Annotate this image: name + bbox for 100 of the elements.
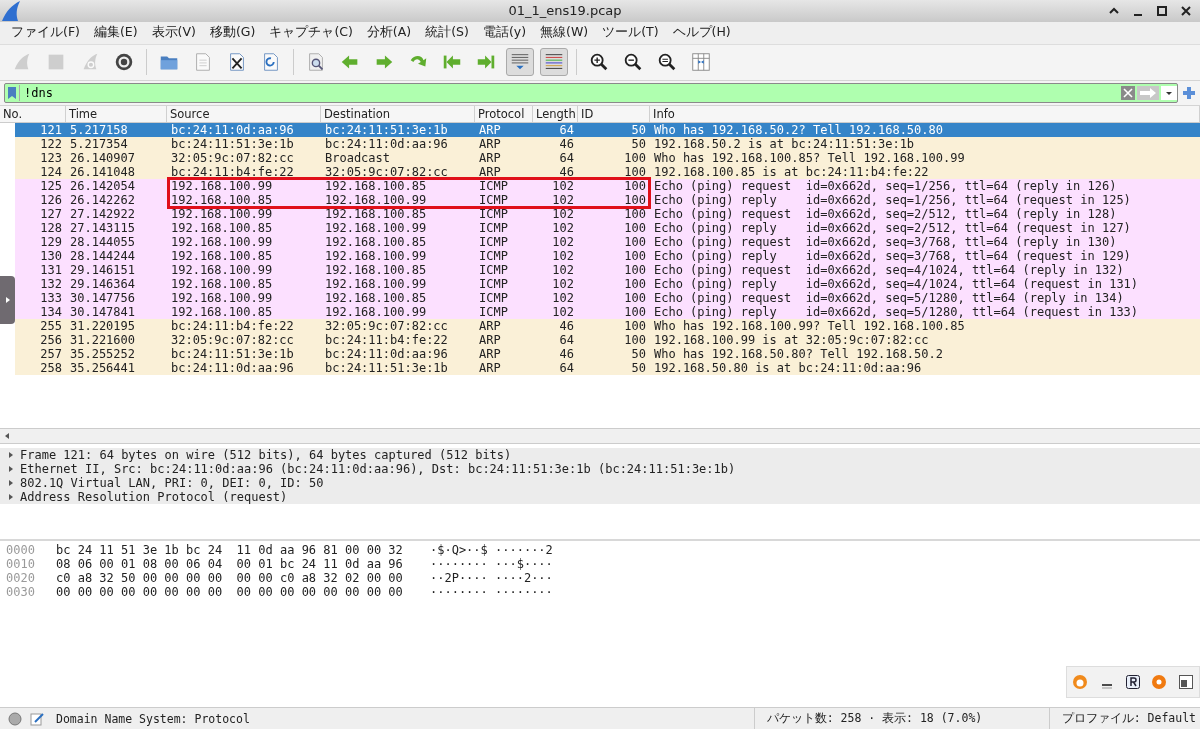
table-cell-text: 28.144244 — [69, 248, 137, 263]
profile-text[interactable]: プロファイル: Default — [1048, 708, 1200, 729]
table-cell-text: 192.168.100.85 — [324, 234, 428, 249]
menu-item[interactable]: 編集(E) — [86, 24, 145, 42]
table-cell-text: 128 — [39, 220, 63, 235]
detail-row[interactable]: 802.1Q Virtual LAN, PRI: 0, DEI: 0, ID: 50 — [0, 476, 1200, 491]
table-cell-text: 192.168.100.99 is at 32:05:9c:07:82:cc — [653, 332, 930, 347]
table-cell-text: 192.168.100.85 is at bc:24:11:b4:fe:22 — [653, 164, 930, 179]
table-cell-text: 192.168.50.2 is at bc:24:11:51:3e:1b — [653, 136, 916, 151]
edit-icon[interactable] — [30, 711, 44, 726]
table-cell-text: 102 — [551, 234, 575, 249]
detail-text: Ethernet II, Src: bc:24:11:0d:aa:96 (bc:24:11:0d:aa:96), Dst: bc:24:11:51:3e:1b (bc:24:11:51:3e:1b) — [20, 462, 736, 477]
table-cell-text: 192.168.100.85 — [324, 206, 428, 221]
colored-lines-icon[interactable] — [540, 48, 568, 77]
table-cell-text: bc:24:11:51:3e:1b — [324, 360, 449, 375]
menu-item[interactable]: 分析(A) — [359, 24, 419, 42]
table-cell-text: ARP — [478, 164, 502, 179]
table-cell-text: Broadcast — [324, 150, 392, 165]
menu-item[interactable]: ツール(T) — [595, 24, 666, 42]
table-cell-text: 192.168.100.99 — [324, 304, 428, 319]
table-cell-text: 102 — [551, 262, 575, 277]
table-cell-text: 100 — [623, 276, 647, 291]
close-icon[interactable] — [1180, 4, 1192, 17]
table-cell-text: 192.168.100.85 — [170, 192, 274, 207]
table-cell-text: Echo (ping) reply id=0x662d, seq=2/512, ttl=64 (request in 127) — [653, 220, 1132, 235]
table-cell-text: bc:24:11:0d:aa:96 — [170, 360, 295, 375]
table-cell-text: 100 — [623, 206, 647, 221]
table-cell-text: bc:24:11:0d:aa:96 — [324, 136, 449, 151]
column-header[interactable]: No. — [0, 105, 66, 122]
hex-offset: 0030 — [5, 585, 36, 600]
table-cell-text: Who has 192.168.100.99? Tell 192.168.100.85 — [653, 318, 966, 333]
maximize-icon[interactable] — [1156, 4, 1168, 17]
hex-bytes: c0 a8 32 50 00 00 00 00 00 00 c0 a8 32 02 00 00 — [56, 571, 404, 586]
status-dot-icon[interactable] — [8, 711, 22, 726]
menu-item[interactable]: 移動(G) — [202, 24, 263, 42]
table-cell-text: ARP — [478, 332, 502, 347]
triangle-icon[interactable] — [4, 296, 11, 304]
table-cell-text: ICMP — [478, 248, 509, 263]
menu-item[interactable]: 電話(y) — [475, 24, 534, 42]
table-cell-text: Echo (ping) request id=0x662d, seq=5/1280, ttl=64 (reply in 134) — [653, 290, 1125, 305]
autoscroll-icon[interactable] — [506, 48, 534, 77]
table-cell-text: 100 — [623, 318, 647, 333]
menu-item[interactable]: 統計(S) — [418, 24, 476, 42]
table-cell-text: 192.168.100.85 — [170, 248, 274, 263]
table-cell-text: ARP — [478, 318, 502, 333]
table-cell-text: 255 — [39, 318, 63, 333]
detail-row[interactable]: Address Resolution Protocol (request) — [0, 490, 1200, 505]
table-cell-text: ARP — [478, 150, 502, 165]
table-cell-text: ICMP — [478, 206, 509, 221]
table-cell-text: 192.168.50.80 is at bc:24:11:0d:aa:96 — [653, 360, 923, 375]
table-cell-text: 100 — [623, 290, 647, 305]
menu-item[interactable]: ヘルプ(H) — [665, 24, 738, 42]
column-header[interactable]: ID — [578, 105, 650, 122]
detail-row[interactable]: Frame 121: 64 bytes on wire (512 bits), 64 bytes captured (512 bits) — [0, 448, 1200, 463]
table-cell-text: ARP — [478, 122, 502, 137]
table-cell-text: Echo (ping) request id=0x662d, seq=2/512, ttl=64 (reply in 128) — [653, 206, 1118, 221]
window-icon[interactable] — [1177, 674, 1194, 690]
table-cell-text: Who has 192.168.100.85? Tell 192.168.100.99 — [653, 150, 966, 165]
table-cell-text: ICMP — [478, 192, 509, 207]
filter-field[interactable]: !dns — [4, 82, 1178, 103]
table-cell-text: 32:05:9c:07:82:cc — [170, 332, 295, 347]
table-cell-text: 100 — [623, 304, 647, 319]
side-panel-tab[interactable] — [0, 276, 15, 324]
column-header[interactable]: Info — [650, 105, 1200, 122]
menu-item[interactable]: ファイル(F) — [4, 24, 87, 42]
table-cell-text: 192.168.100.99 — [324, 220, 428, 235]
table-cell-text: 192.168.100.85 — [170, 276, 274, 291]
column-header[interactable]: Destination — [321, 105, 475, 122]
column-header[interactable]: Time — [66, 105, 167, 122]
hex-bytes: 00 00 00 00 00 00 00 00 00 00 00 00 00 00 00 00 — [56, 585, 404, 600]
column-header[interactable]: Length — [533, 105, 578, 122]
table-cell-text: ICMP — [478, 234, 509, 249]
dropdown-caret-icon[interactable] — [1161, 85, 1177, 100]
table-cell-text: bc:24:11:b4:fe:22 — [170, 318, 295, 333]
table-cell-text: 102 — [551, 192, 575, 207]
table-cell-text: 64 — [558, 150, 575, 165]
table-cell-text: 102 — [551, 276, 575, 291]
table-cell-text: ICMP — [478, 220, 509, 235]
table-cell-text: 100 — [623, 248, 647, 263]
clear-icon[interactable] — [1121, 85, 1135, 100]
column-header[interactable]: Protocol — [475, 105, 533, 122]
hex-offset: 0010 — [5, 557, 36, 572]
table-cell-text: 102 — [551, 178, 575, 193]
table-cell-text: ARP — [478, 360, 502, 375]
column-header[interactable]: Source — [167, 105, 321, 122]
bookmark-icon[interactable] — [8, 86, 16, 99]
add-filter-icon[interactable] — [1182, 85, 1196, 100]
table-cell-text: 100 — [623, 192, 647, 207]
table-cell-text: 134 — [39, 304, 63, 319]
r-box-icon[interactable] — [1124, 674, 1141, 690]
detail-row[interactable]: Ethernet II, Src: bc:24:11:0d:aa:96 (bc:24:11:0d:aa:96), Dst: bc:24:11:51:3e:1b (bc:24:11:51:3e:1b) — [0, 462, 1200, 477]
table-cell-text: 46 — [558, 318, 575, 333]
menu-item[interactable]: 無線(W) — [533, 24, 596, 42]
table-cell-text: 50 — [630, 122, 647, 137]
menu-item[interactable]: キャプチャ(C) — [262, 24, 360, 42]
table-cell-text: Who has 192.168.50.80? Tell 192.168.50.2 — [653, 346, 944, 361]
table-cell-text: 125 — [39, 178, 63, 193]
hex-offset: 0020 — [5, 571, 36, 586]
menu-item[interactable]: 表示(V) — [144, 24, 203, 42]
table-cell-text: 192.168.100.99 — [324, 248, 428, 263]
